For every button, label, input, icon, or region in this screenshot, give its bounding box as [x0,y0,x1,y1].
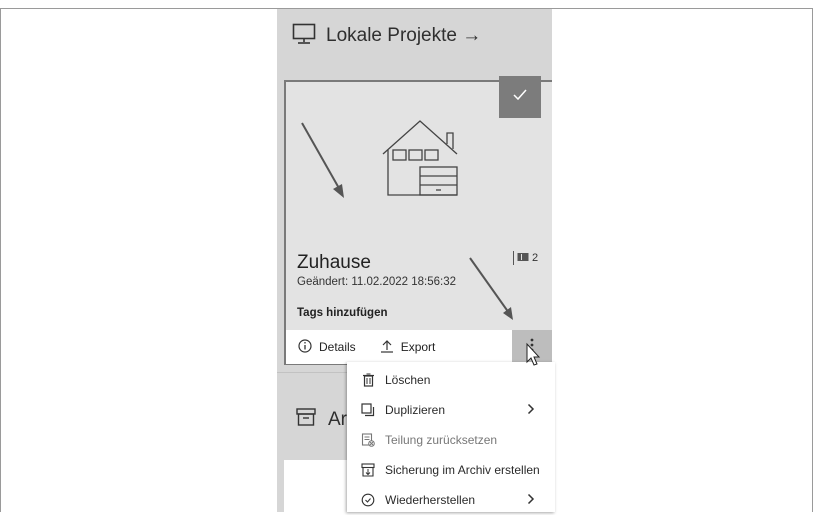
archive-card[interactable] [284,460,354,512]
context-menu: Löschen Duplizieren Teilung zurücksetzen… [347,362,555,512]
monitor-icon [292,23,316,50]
chevron-right-icon [527,402,535,418]
archive-box-icon [296,408,316,432]
info-icon [298,338,312,356]
project-count: 2 [532,252,539,264]
menu-item-duplicate[interactable]: Duplizieren [347,395,555,425]
archive-backup-icon [360,462,376,478]
local-projects-header[interactable]: Lokale Projekte → [292,18,481,54]
layers-icon [517,252,529,265]
reset-share-icon [360,432,376,448]
checkmark-icon [513,88,527,106]
selected-check[interactable] [499,76,541,118]
page-title[interactable]: Lokale Projekte → [326,25,481,47]
chevron-right-icon [527,492,535,508]
restore-icon [360,492,376,508]
upload-icon [380,339,394,356]
menu-item-label: Löschen [385,373,431,387]
archive-title[interactable]: Ar [328,409,347,431]
kebab-menu-icon [530,337,534,358]
project-modified-date: Geändert: 11.02.2022 18:56:32 [297,276,457,288]
archive-header[interactable]: Ar [296,408,347,432]
card-action-bar: Details Export [286,330,512,364]
menu-item-reset-share[interactable]: Teilung zurücksetzen [347,425,555,455]
details-label: Details [319,340,356,354]
menu-item-archive-backup[interactable]: Sicherung im Archiv erstellen [347,455,555,485]
project-count-badge: 2 [513,251,538,265]
export-button[interactable]: Export [380,339,436,356]
menu-item-label: Duplizieren [385,403,446,417]
duplicate-icon [360,402,376,418]
menu-item-restore[interactable]: Wiederherstellen [347,485,555,515]
export-label: Export [400,340,436,354]
menu-item-delete[interactable]: Löschen [347,365,555,395]
add-tags-link[interactable]: Tags hinzufügen [297,307,388,319]
details-button[interactable]: Details [298,338,356,356]
menu-item-label: Teilung zurücksetzen [385,433,498,447]
section-divider [277,372,347,373]
trash-icon [360,372,376,388]
project-card[interactable] [284,80,552,365]
menu-item-label: Sicherung im Archiv erstellen [385,463,540,477]
menu-item-label: Wiederherstellen [385,493,476,507]
more-options-button[interactable] [512,330,552,364]
project-name[interactable]: Zuhause [297,252,371,274]
